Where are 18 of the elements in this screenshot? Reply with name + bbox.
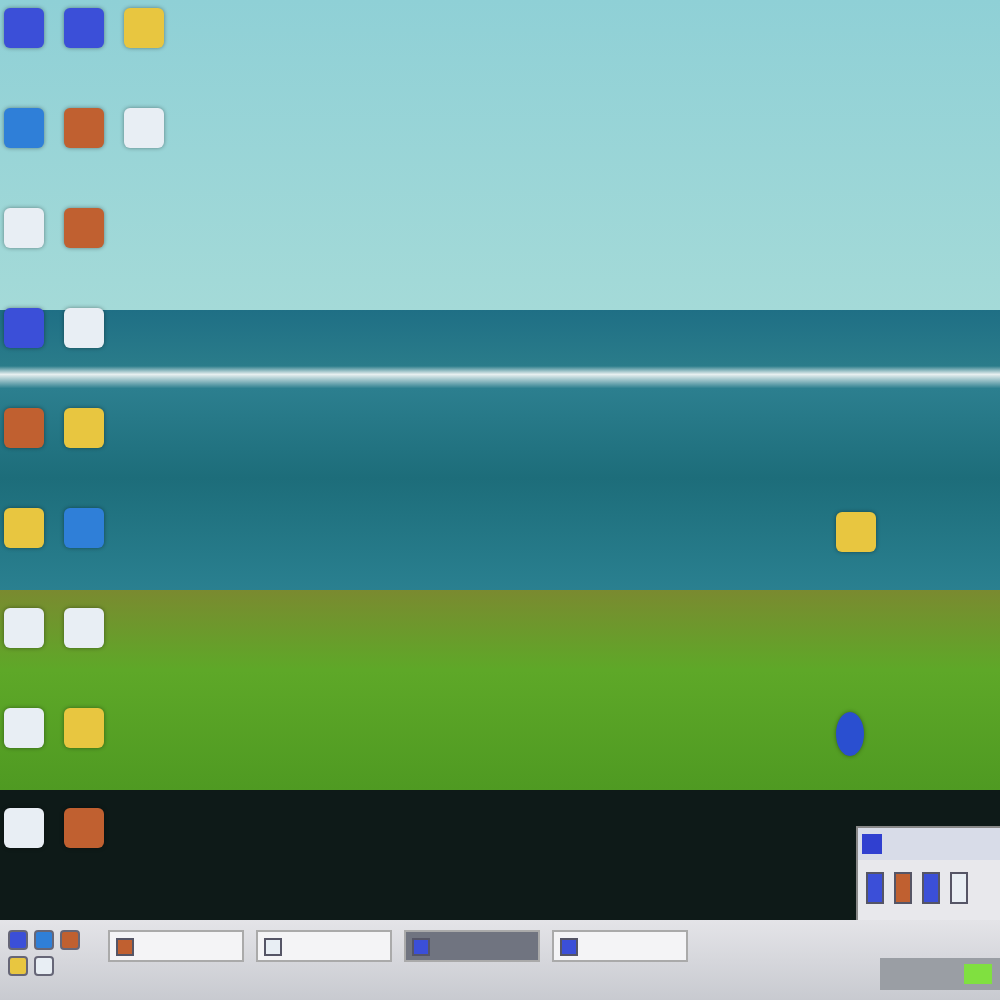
folder-icon[interactable] xyxy=(64,708,104,748)
taskbar-button[interactable] xyxy=(552,930,688,962)
app-icon xyxy=(862,834,882,854)
document-icon[interactable] xyxy=(34,956,54,976)
taskbar-button[interactable] xyxy=(256,930,392,962)
media-icon[interactable] xyxy=(64,808,104,848)
document-icon[interactable] xyxy=(950,872,968,904)
media-icon[interactable] xyxy=(60,930,80,950)
folder-icon[interactable] xyxy=(4,508,44,548)
folder-icon[interactable] xyxy=(836,512,876,552)
app-icon[interactable] xyxy=(8,930,28,950)
taskbar-button[interactable] xyxy=(404,930,540,962)
taskbar-button[interactable] xyxy=(108,930,244,962)
folder-icon[interactable] xyxy=(64,408,104,448)
battery-icon xyxy=(964,964,992,984)
folder-icon[interactable] xyxy=(8,956,28,976)
media-icon[interactable] xyxy=(4,408,44,448)
media-icon[interactable] xyxy=(894,872,912,904)
